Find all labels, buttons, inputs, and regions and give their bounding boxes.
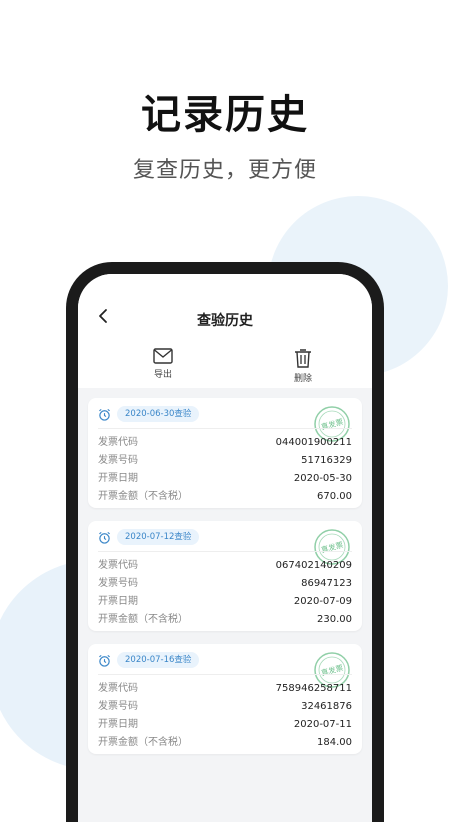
field-value: 230.00 (317, 614, 352, 625)
field-value: 670.00 (317, 491, 352, 502)
card-header: 2020-06-30查验 (98, 406, 200, 422)
field-label: 发票号码 (98, 578, 138, 589)
field-label: 发票号码 (98, 701, 138, 712)
stamp-text: 真发票 (320, 662, 345, 678)
field-label: 开票金额（不含税） (98, 737, 188, 748)
alarm-clock-icon (99, 654, 110, 667)
trash-icon (295, 349, 311, 368)
field-value: 067402140209 (275, 560, 352, 571)
check-date-chip: 2020-07-16查验 (117, 652, 200, 668)
card-fields: 发票代码 758946258711 发票号码 32461876 开票日期 202… (98, 680, 352, 752)
history-list: 2020-06-30查验 真发票 发票代码 044001900211 发票号码 … (88, 398, 362, 767)
field-row: 发票代码 067402140209 (98, 557, 352, 575)
promo-subtitle: 复查历史，更方便 (132, 158, 317, 183)
field-label: 开票金额（不含税） (98, 491, 188, 502)
field-value: 2020-07-09 (293, 596, 352, 607)
field-row: 发票号码 32461876 (98, 698, 352, 716)
card-header: 2020-07-12查验 (98, 529, 200, 545)
export-label: 导出 (153, 370, 172, 380)
card-divider (98, 551, 352, 552)
field-row: 开票日期 2020-07-11 (98, 716, 352, 734)
history-card[interactable]: 2020-06-30查验 真发票 发票代码 044001900211 发票号码 … (88, 398, 362, 508)
app-header: 查验历史 导出 删除 (78, 274, 372, 388)
field-label: 发票代码 (98, 437, 138, 448)
field-value: 184.00 (317, 737, 352, 748)
field-value: 86947123 (301, 578, 352, 589)
field-value: 758946258711 (275, 683, 352, 694)
field-label: 发票号码 (98, 455, 138, 466)
stamp-text: 真发票 (320, 539, 345, 555)
field-row: 发票代码 044001900211 (98, 434, 352, 452)
field-value: 044001900211 (275, 437, 352, 448)
field-row: 发票代码 758946258711 (98, 680, 352, 698)
field-row: 开票金额（不含税） 184.00 (98, 734, 352, 752)
card-fields: 发票代码 044001900211 发票号码 51716329 开票日期 202… (98, 434, 352, 506)
delete-button[interactable]: 删除 (278, 348, 328, 384)
history-card[interactable]: 2020-07-16查验 真发票 发票代码 758946258711 发票号码 … (88, 644, 362, 754)
field-label: 发票代码 (98, 683, 138, 694)
check-date-chip: 2020-07-12查验 (117, 529, 200, 545)
field-value: 2020-05-30 (293, 473, 352, 484)
field-label: 发票代码 (98, 560, 138, 571)
phone-screen: 查验历史 导出 删除 2020-06-30查验 真发票 发票代码 0440019… (78, 274, 372, 822)
check-date-chip: 2020-06-30查验 (117, 406, 200, 422)
mail-icon (153, 348, 173, 364)
field-row: 开票金额（不含税） 230.00 (98, 611, 352, 629)
card-divider (98, 674, 352, 675)
card-divider (98, 428, 352, 429)
field-row: 开票日期 2020-07-09 (98, 593, 352, 611)
field-label: 开票金额（不含税） (98, 614, 188, 625)
field-row: 开票金额（不含税） 670.00 (98, 488, 352, 506)
promo-title: 记录历史 (141, 92, 309, 138)
stamp-text: 真发票 (320, 416, 345, 432)
field-row: 发票号码 51716329 (98, 452, 352, 470)
field-row: 开票日期 2020-05-30 (98, 470, 352, 488)
field-row: 发票号码 86947123 (98, 575, 352, 593)
field-value: 2020-07-11 (293, 719, 352, 730)
delete-label: 删除 (293, 374, 312, 384)
alarm-clock-icon (99, 531, 110, 544)
field-label: 开票日期 (98, 596, 138, 607)
phone-frame: 查验历史 导出 删除 2020-06-30查验 真发票 发票代码 0440019… (66, 262, 384, 822)
field-label: 开票日期 (98, 719, 138, 730)
card-fields: 发票代码 067402140209 发票号码 86947123 开票日期 202… (98, 557, 352, 629)
card-header: 2020-07-16查验 (98, 652, 200, 668)
alarm-clock-icon (99, 408, 110, 421)
field-value: 32461876 (301, 701, 352, 712)
page-title: 查验历史 (197, 313, 253, 329)
field-value: 51716329 (301, 455, 352, 466)
export-button[interactable]: 导出 (138, 348, 188, 380)
field-label: 开票日期 (98, 473, 138, 484)
history-card[interactable]: 2020-07-12查验 真发票 发票代码 067402140209 发票号码 … (88, 521, 362, 631)
